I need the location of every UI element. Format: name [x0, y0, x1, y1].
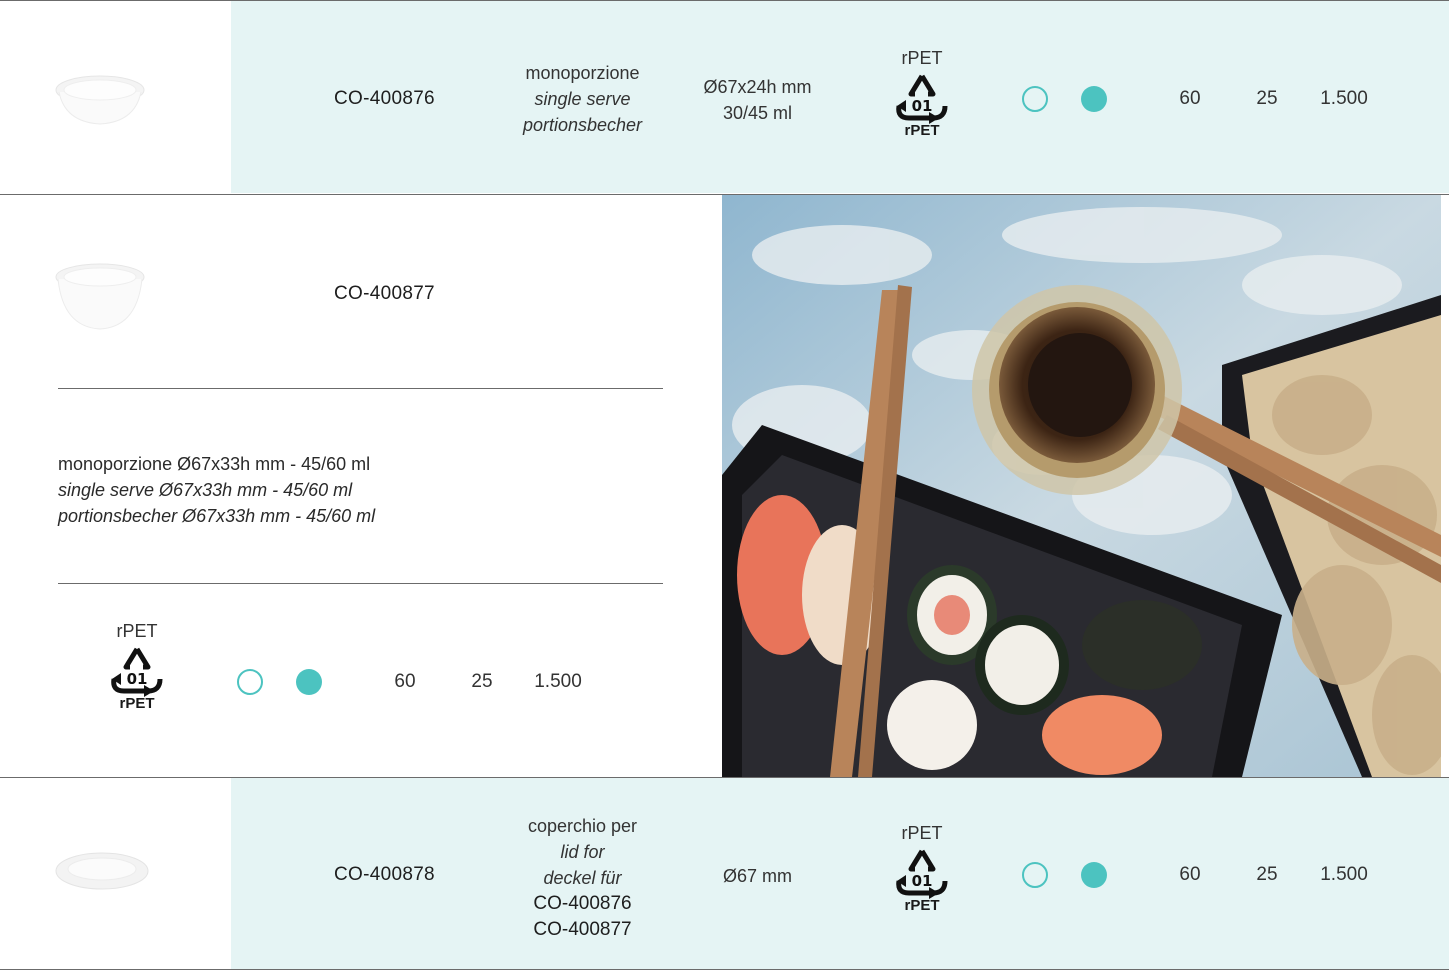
rule-bottom	[0, 969, 1449, 970]
product-size: Ø67x24h mm 30/45 ml	[680, 74, 835, 126]
desc-de: portionsbecher Ø67x33h mm - 45/60 ml	[58, 506, 376, 526]
outline-circle-icon	[237, 669, 263, 695]
filled-circle-icon	[296, 669, 322, 695]
outline-circle-icon	[1022, 86, 1048, 112]
recycle-pet-icon: 01	[111, 647, 163, 697]
material-code: rPET	[119, 695, 155, 712]
product-description: monoporzione single serve portionsbecher	[480, 60, 685, 138]
rule-inner-2	[58, 583, 663, 584]
recycle-badge: rPET 01 rPET	[882, 48, 962, 139]
size-dimensions: Ø67x24h mm	[703, 77, 812, 97]
material-number: 01	[127, 670, 148, 688]
compatible-code-2: CO-400877	[533, 919, 632, 940]
product-code: CO-400877	[334, 283, 435, 304]
desc-it: monoporzione Ø67x33h mm - 45/60 ml	[58, 454, 371, 474]
desc-de: deckel für	[543, 868, 622, 888]
material-label: rPET	[901, 823, 943, 843]
material-number: 01	[912, 872, 933, 890]
desc-en: single serve	[534, 89, 631, 109]
material-label: rPET	[901, 48, 943, 68]
qty-per-pack: 60	[394, 671, 416, 692]
product-code: CO-400876	[334, 88, 435, 109]
desc-en: lid for	[560, 842, 605, 862]
desc-en: single serve Ø67x33h mm - 45/60 ml	[58, 480, 353, 500]
product-image-lid	[50, 845, 155, 900]
filled-circle-icon	[1081, 862, 1107, 888]
desc-de: portionsbecher	[522, 115, 643, 135]
recycle-pet-icon: 01	[896, 849, 948, 899]
material-number: 01	[912, 97, 933, 115]
recycle-badge: rPET 01 rPET	[882, 823, 962, 914]
product-image-cup	[45, 62, 155, 132]
product-size: Ø67 mm	[680, 863, 835, 889]
filled-circle-icon	[1081, 86, 1107, 112]
qty-per-carton: 1.500	[1320, 864, 1368, 885]
packs-per-carton: 25	[1256, 88, 1278, 109]
qty-per-carton: 1.500	[534, 671, 582, 692]
qty-per-carton: 1.500	[1320, 88, 1368, 109]
size-dimensions: Ø67 mm	[722, 866, 792, 886]
size-volume: 30/45 ml	[722, 103, 793, 123]
qty-per-pack: 60	[1179, 864, 1201, 885]
product-description: monoporzione Ø67x33h mm - 45/60 ml singl…	[58, 451, 678, 529]
food-photo	[722, 195, 1441, 777]
packs-per-carton: 25	[471, 671, 493, 692]
material-label: rPET	[116, 621, 158, 641]
outline-circle-icon	[1022, 862, 1048, 888]
product-code: CO-400878	[334, 864, 435, 885]
material-code: rPET	[904, 122, 940, 139]
product-image-cup-tall	[45, 255, 155, 335]
recycle-badge: rPET 01 rPET	[97, 621, 177, 712]
material-code: rPET	[904, 897, 940, 914]
qty-per-pack: 60	[1179, 88, 1201, 109]
packs-per-carton: 25	[1256, 864, 1278, 885]
recycle-pet-icon: 01	[896, 74, 948, 124]
desc-it: monoporzione	[525, 63, 640, 83]
compatible-code-1: CO-400876	[533, 893, 632, 914]
rule-inner-1	[58, 388, 663, 389]
desc-it: coperchio per	[527, 816, 638, 836]
product-description: coperchio per lid for deckel für CO-4008…	[480, 813, 685, 943]
